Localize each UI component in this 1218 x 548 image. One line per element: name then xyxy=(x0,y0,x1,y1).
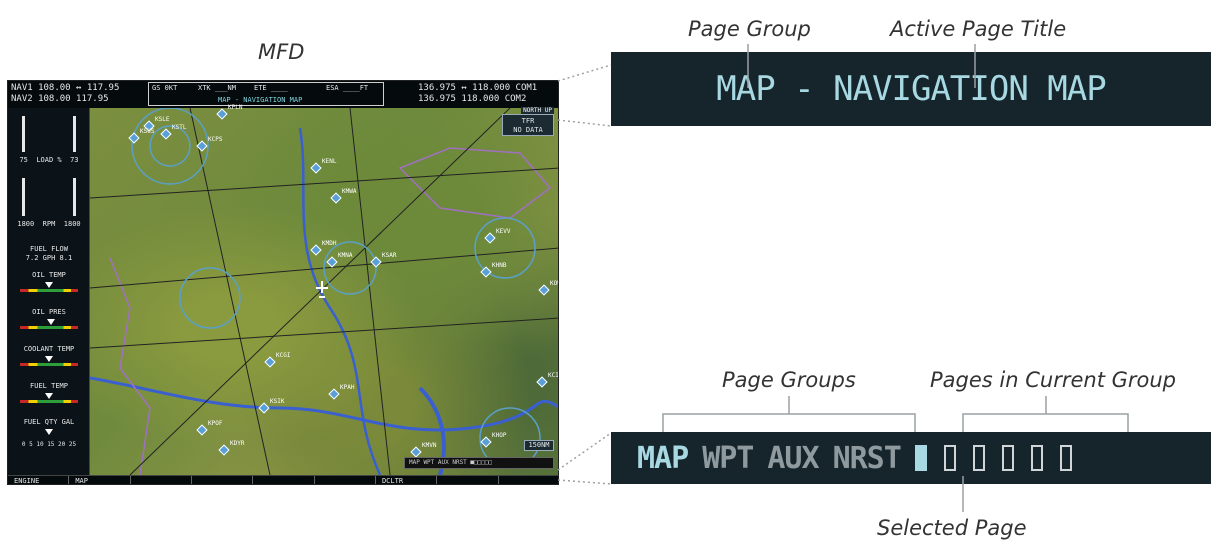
callout-lines xyxy=(557,44,1129,512)
